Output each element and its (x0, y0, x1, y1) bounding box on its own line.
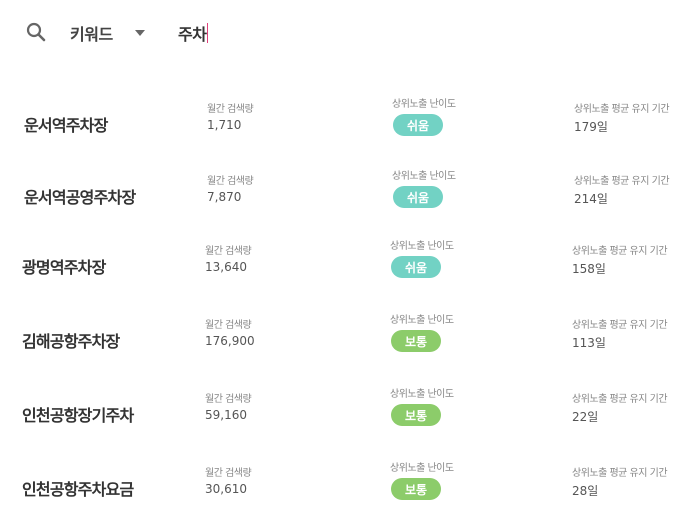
keyword-row[interactable]: 운서역주차장 월간 검색량 1,710 상위노출 난이도 쉬움 상위노출 평균 … (0, 98, 688, 168)
difficulty-label: 상위노출 난이도 (390, 315, 454, 326)
duration-value: 113일 (572, 336, 606, 350)
keyword-row[interactable]: 운서역공영주차장 월간 검색량 7,870 상위노출 난이도 쉬움 상위노출 평… (0, 170, 688, 240)
monthly-search-value: 7,870 (207, 190, 242, 204)
keyword-row[interactable]: 인천공항장기주차 월간 검색량 59,160 상위노출 난이도 보통 상위노출 … (0, 388, 688, 458)
text-cursor (207, 23, 209, 43)
difficulty-label: 상위노출 난이도 (392, 171, 456, 182)
monthly-search-label: 월간 검색량 (207, 104, 254, 115)
search-type-label: 키워드 (70, 25, 113, 44)
monthly-search-label: 월간 검색량 (205, 320, 252, 331)
difficulty-label: 상위노출 난이도 (390, 463, 454, 474)
duration-label: 상위노출 평균 유지 기간 (572, 394, 668, 405)
duration-value: 158일 (572, 262, 606, 276)
duration-value: 179일 (574, 120, 608, 134)
monthly-search-label: 월간 검색량 (205, 468, 252, 479)
duration-value: 28일 (572, 484, 599, 498)
chevron-down-icon (134, 30, 145, 36)
duration-label: 상위노출 평균 유지 기간 (572, 246, 668, 257)
difficulty-badge: 쉬움 (393, 186, 443, 208)
difficulty-badge: 보통 (391, 478, 441, 500)
duration-label: 상위노출 평균 유지 기간 (572, 468, 668, 479)
duration-label: 상위노출 평균 유지 기간 (574, 176, 670, 187)
search-type-dropdown[interactable]: 키워드 (70, 20, 145, 46)
difficulty-badge: 쉬움 (393, 114, 443, 136)
keyword-row[interactable]: 인천공항주차요금 월간 검색량 30,610 상위노출 난이도 보통 상위노출 … (0, 462, 688, 532)
search-query-text: 주차 (178, 25, 207, 44)
keyword-row[interactable]: 김해공항주차장 월간 검색량 176,900 상위노출 난이도 보통 상위노출 … (0, 314, 688, 384)
difficulty-label: 상위노출 난이도 (392, 99, 456, 110)
search-input[interactable]: 주차 (178, 20, 209, 46)
monthly-search-value: 1,710 (207, 118, 242, 132)
monthly-search-value: 30,610 (205, 482, 247, 496)
monthly-search-label: 월간 검색량 (205, 394, 252, 405)
monthly-search-label: 월간 검색량 (207, 176, 254, 187)
monthly-search-value: 176,900 (205, 334, 255, 348)
duration-label: 상위노출 평균 유지 기간 (572, 320, 668, 331)
keyword-name: 광명역주차장 (22, 258, 106, 277)
monthly-search-value: 13,640 (205, 260, 247, 274)
search-icon[interactable] (26, 22, 46, 42)
difficulty-label: 상위노출 난이도 (390, 389, 454, 400)
difficulty-badge: 보통 (391, 404, 441, 426)
keyword-name: 인천공항장기주차 (22, 406, 134, 425)
monthly-search-value: 59,160 (205, 408, 247, 422)
search-bar: 키워드 주차 (0, 0, 688, 70)
difficulty-badge: 보통 (391, 330, 441, 352)
keyword-name: 김해공항주차장 (22, 332, 120, 351)
keyword-name: 운서역공영주차장 (24, 188, 136, 207)
duration-label: 상위노출 평균 유지 기간 (574, 104, 670, 115)
difficulty-badge: 쉬움 (391, 256, 441, 278)
monthly-search-label: 월간 검색량 (205, 246, 252, 257)
keyword-name: 인천공항주차요금 (22, 480, 134, 499)
keyword-row[interactable]: 광명역주차장 월간 검색량 13,640 상위노출 난이도 쉬움 상위노출 평균… (0, 240, 688, 310)
keyword-name: 운서역주차장 (24, 116, 108, 135)
duration-value: 214일 (574, 192, 608, 206)
duration-value: 22일 (572, 410, 599, 424)
difficulty-label: 상위노출 난이도 (390, 241, 454, 252)
